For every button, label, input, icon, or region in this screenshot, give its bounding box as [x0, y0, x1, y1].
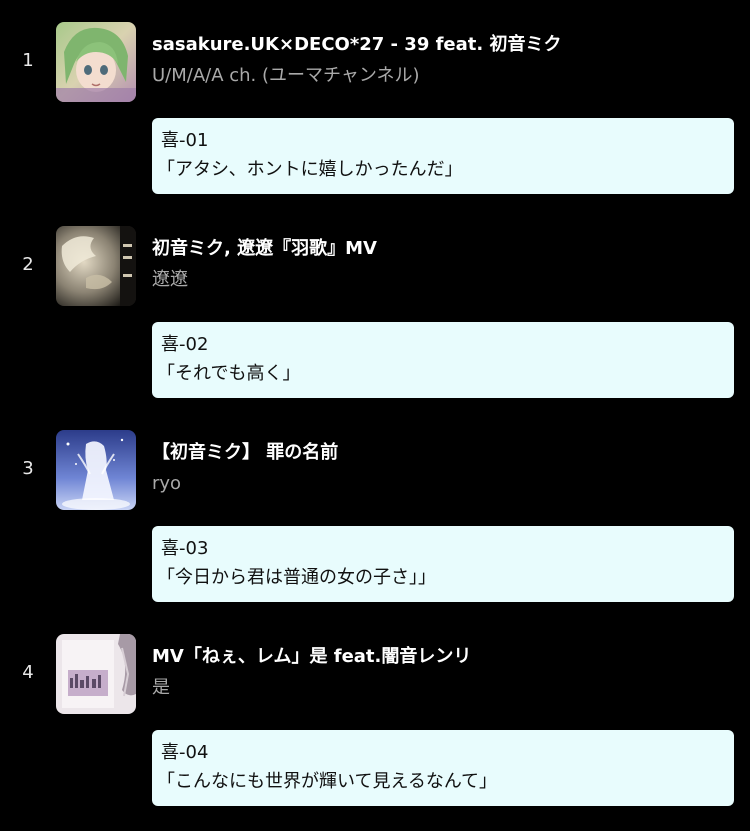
rank-number: 4 [22, 662, 34, 683]
list-item[interactable]: 2 初音ミク, 遼遼『羽歌』MV 遼遼 喜-02 「それでも高く」 [0, 204, 750, 408]
rank-number: 3 [22, 458, 34, 479]
rank-number: 1 [22, 50, 34, 71]
song-thumbnail[interactable] [56, 430, 136, 510]
channel-name: 是 [152, 677, 170, 698]
list-item[interactable]: 3 【初音ミク】 罪の名前 ryo 喜-03 「今日から君は普通の女の子さ」」 [0, 408, 750, 612]
quote-text: 「それでも高く」 [157, 363, 301, 384]
quote-code: 喜-03 [161, 538, 209, 559]
ranked-song-list: 1 sasakure.UK×DECO*27 - 39 feat. 初音ミク U/… [0, 0, 750, 816]
song-thumbnail[interactable] [56, 634, 136, 714]
song-title: 初音ミク, 遼遼『羽歌』MV [152, 238, 377, 259]
quote-card: 喜-03 「今日から君は普通の女の子さ」」 [152, 526, 734, 602]
quote-card: 喜-01 「アタシ、ホントに嬉しかったんだ」 [152, 118, 734, 194]
song-title: sasakure.UK×DECO*27 - 39 feat. 初音ミク [152, 34, 562, 55]
list-item[interactable]: 1 sasakure.UK×DECO*27 - 39 feat. 初音ミク U/… [0, 0, 750, 204]
quote-code: 喜-01 [161, 130, 209, 151]
song-thumbnail[interactable] [56, 226, 136, 306]
rank-number: 2 [22, 254, 34, 275]
quote-text: 「今日から君は普通の女の子さ」」 [157, 567, 436, 588]
song-title: MV「ねぇ、レム」是 feat.闇音レンリ [152, 646, 472, 667]
song-title: 【初音ミク】 罪の名前 [152, 442, 339, 463]
quote-code: 喜-04 [161, 742, 209, 763]
channel-name: U/M/A/A ch. (ユーマチャンネル) [152, 65, 420, 86]
quote-text: 「アタシ、ホントに嬉しかったんだ」 [157, 159, 463, 180]
quote-card: 喜-02 「それでも高く」 [152, 322, 734, 398]
list-item[interactable]: 4 MV「ねぇ、レム」是 feat.闇音レンリ 是 喜-04 「こんなにも世界が… [0, 612, 750, 816]
channel-name: ryo [152, 473, 182, 494]
channel-name: 遼遼 [152, 269, 188, 290]
quote-card: 喜-04 「こんなにも世界が輝いて見えるなんて」 [152, 730, 734, 806]
quote-text: 「こんなにも世界が輝いて見えるなんて」 [157, 771, 498, 792]
quote-code: 喜-02 [161, 334, 209, 355]
song-thumbnail[interactable] [56, 22, 136, 102]
